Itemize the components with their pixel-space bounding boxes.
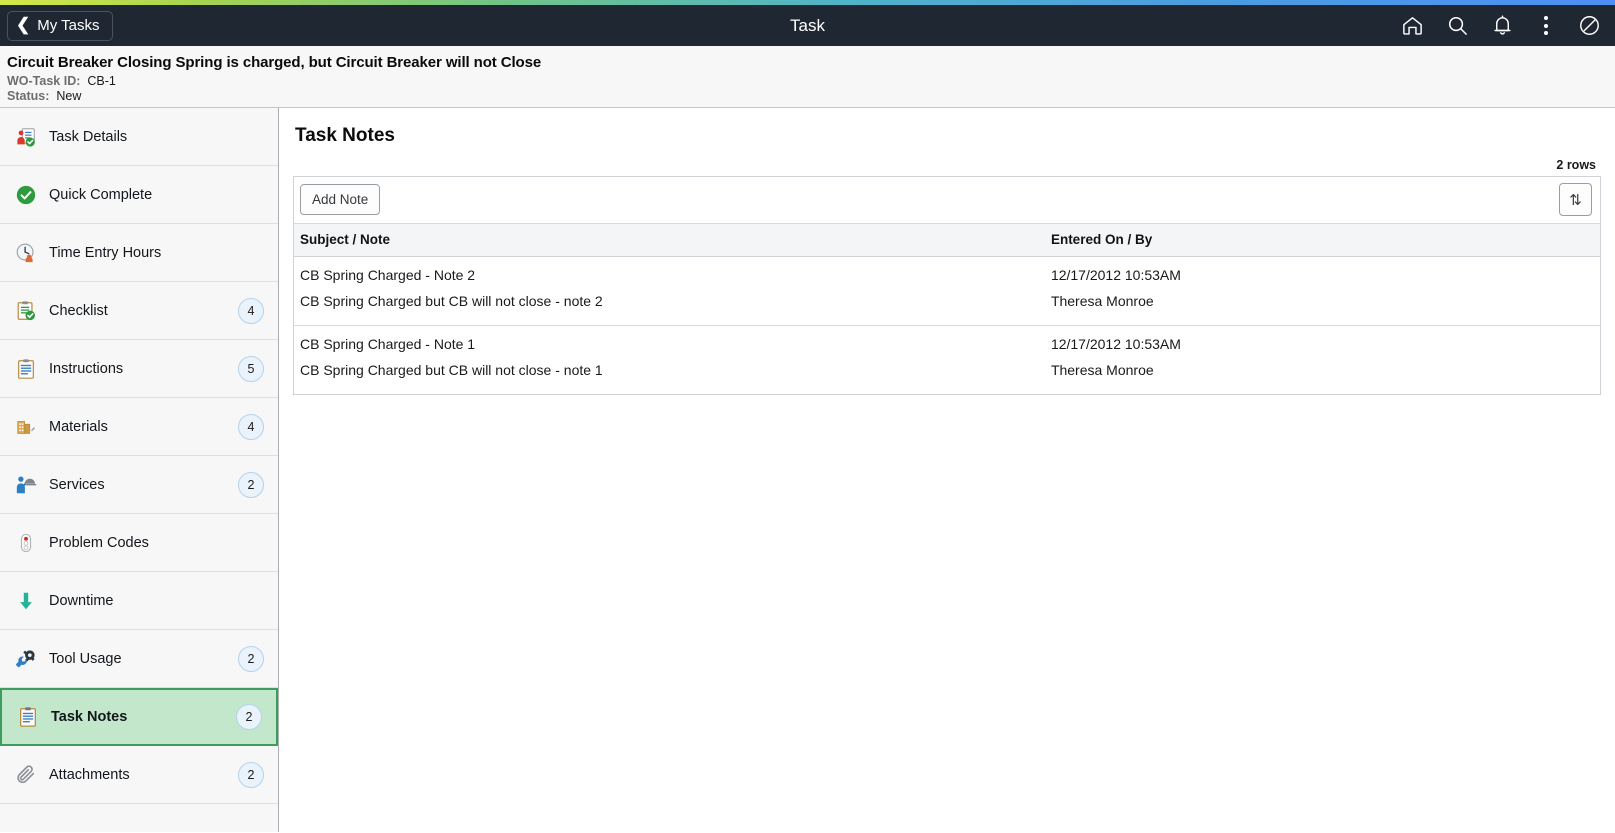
task-summary-header: Circuit Breaker Closing Spring is charge… bbox=[0, 46, 1615, 108]
panel-heading: Task Notes bbox=[295, 125, 395, 146]
services-icon bbox=[13, 474, 39, 496]
sidebar-item-quick-complete[interactable]: Quick Complete bbox=[0, 166, 278, 224]
sidebar-navigation: Task Details Quick Complete Time Entry H… bbox=[0, 108, 279, 832]
sort-icon[interactable]: ⇅ bbox=[1559, 183, 1592, 216]
sidebar-item-checklist[interactable]: Checklist 4 bbox=[0, 282, 278, 340]
rows-count-label: 2 rows bbox=[1556, 158, 1596, 172]
sidebar-item-label: Quick Complete bbox=[49, 186, 153, 203]
sidebar-item-time-entry-hours[interactable]: Time Entry Hours bbox=[0, 224, 278, 282]
task-details-icon bbox=[13, 126, 39, 148]
sidebar-item-badge: 5 bbox=[238, 355, 264, 382]
sidebar-item-label: Downtime bbox=[49, 592, 114, 609]
down-arrow-icon bbox=[13, 590, 39, 612]
sidebar-item-downtime[interactable]: Downtime bbox=[0, 572, 278, 630]
back-button-label: My Tasks bbox=[37, 17, 100, 34]
task-description: Circuit Breaker Closing Spring is charge… bbox=[7, 54, 542, 71]
content-area: Task Details Quick Complete Time Entry H… bbox=[0, 108, 1615, 832]
status-label: Status: bbox=[7, 89, 50, 103]
sidebar-item-badge: 2 bbox=[238, 645, 264, 672]
clock-person-icon bbox=[13, 242, 39, 264]
sidebar-item-label: Attachments bbox=[49, 766, 130, 783]
table-row[interactable]: CB Spring Charged - Note 1 CB Spring Cha… bbox=[294, 326, 1600, 395]
notes-table-container: Add Note ⇅ Subject / Note Entered On / B… bbox=[293, 176, 1601, 395]
sidebar-item-label: Services bbox=[49, 476, 105, 493]
checklist-icon bbox=[13, 300, 39, 322]
task-notes-panel: Task Notes 2 rows Add Note ⇅ Subject / N… bbox=[279, 108, 1615, 832]
status-badge: New bbox=[56, 89, 82, 103]
status-row: Status: New bbox=[7, 89, 1615, 103]
topbar-icon-group bbox=[1401, 14, 1601, 37]
sidebar-item-instructions[interactable]: Instructions 5 bbox=[0, 340, 278, 398]
note-entered-on: 12/17/2012 10:53AM bbox=[1050, 336, 1181, 352]
sidebar-item-badge: 2 bbox=[236, 704, 262, 730]
traffic-light-icon bbox=[13, 532, 39, 554]
note-subject-cell: CB Spring Charged - Note 2 CB Spring Cha… bbox=[294, 256, 1045, 326]
sidebar-item-task-notes[interactable]: Task Notes 2 bbox=[0, 688, 278, 746]
sidebar-item-materials[interactable]: Materials 4 bbox=[0, 398, 278, 456]
add-note-button[interactable]: Add Note bbox=[300, 184, 381, 215]
sidebar-item-attachments[interactable]: Attachments 2 bbox=[0, 746, 278, 804]
tools-icon bbox=[13, 648, 39, 670]
note-body: CB Spring Charged but CB will not close … bbox=[300, 293, 603, 309]
sidebar-item-label: Time Entry Hours bbox=[49, 244, 162, 261]
sidebar-item-tool-usage[interactable]: Tool Usage 2 bbox=[0, 630, 278, 688]
note-entered-by: Theresa Monroe bbox=[1050, 293, 1154, 309]
note-subject: CB Spring Charged - Note 2 bbox=[300, 267, 476, 283]
note-entered-cell: 12/17/2012 10:53AM Theresa Monroe bbox=[1044, 256, 1600, 326]
note-subject-cell: CB Spring Charged - Note 1 CB Spring Cha… bbox=[294, 326, 1045, 395]
back-to-my-tasks-button[interactable]: ❮ My Tasks bbox=[7, 10, 114, 41]
paperclip-icon bbox=[13, 764, 39, 786]
home-icon[interactable] bbox=[1401, 14, 1424, 37]
navigator-compass-icon[interactable] bbox=[1578, 14, 1601, 37]
instructions-icon bbox=[13, 358, 39, 380]
column-header-subject[interactable]: Subject / Note bbox=[294, 224, 1045, 257]
sidebar-item-badge: 4 bbox=[238, 297, 264, 324]
top-navigation-bar: ❮ My Tasks Task bbox=[0, 5, 1615, 46]
wo-task-id-value: CB-1 bbox=[87, 74, 116, 88]
column-header-entered-on-by[interactable]: Entered On / By bbox=[1044, 224, 1600, 257]
sidebar-item-badge: 2 bbox=[238, 471, 264, 498]
sidebar-item-label: Problem Codes bbox=[49, 534, 149, 551]
notifications-bell-icon[interactable] bbox=[1491, 14, 1514, 37]
notes-toolbar: Add Note ⇅ bbox=[294, 177, 1600, 224]
notes-clipboard-icon bbox=[15, 706, 41, 728]
actions-menu-icon[interactable] bbox=[1536, 14, 1556, 37]
note-entered-cell: 12/17/2012 10:53AM Theresa Monroe bbox=[1045, 326, 1600, 395]
materials-icon bbox=[13, 416, 39, 438]
check-circle-icon bbox=[13, 184, 39, 206]
sidebar-item-label: Task Notes bbox=[51, 709, 128, 725]
sidebar-item-badge: 2 bbox=[238, 761, 264, 788]
notes-table: Subject / Note Entered On / By CB Spring… bbox=[294, 224, 1600, 394]
page-title: Task bbox=[790, 15, 825, 35]
sidebar-item-label: Tool Usage bbox=[49, 650, 122, 667]
note-entered-by: Theresa Monroe bbox=[1050, 362, 1154, 378]
chevron-left-icon: ❮ bbox=[16, 15, 31, 34]
note-entered-on: 12/17/2012 10:53AM bbox=[1050, 267, 1181, 283]
sidebar-item-services[interactable]: Services 2 bbox=[0, 456, 278, 514]
sidebar-item-task-details[interactable]: Task Details bbox=[0, 108, 278, 166]
sidebar-item-label: Task Details bbox=[49, 128, 128, 145]
table-row[interactable]: CB Spring Charged - Note 2 CB Spring Cha… bbox=[294, 256, 1600, 326]
sidebar-item-problem-codes[interactable]: Problem Codes bbox=[0, 514, 278, 572]
wo-task-id-row: WO-Task ID: CB-1 bbox=[7, 74, 1615, 88]
sidebar-item-label: Checklist bbox=[49, 302, 108, 319]
sidebar-item-label: Instructions bbox=[49, 360, 124, 377]
notes-table-header: Subject / Note Entered On / By bbox=[294, 224, 1600, 257]
note-subject: CB Spring Charged - Note 1 bbox=[300, 336, 476, 352]
sidebar-item-label: Materials bbox=[49, 418, 108, 435]
search-icon[interactable] bbox=[1446, 14, 1469, 37]
sidebar-item-badge: 4 bbox=[238, 413, 264, 440]
notes-table-body: CB Spring Charged - Note 2 CB Spring Cha… bbox=[294, 256, 1600, 395]
wo-task-id-label: WO-Task ID: bbox=[7, 74, 81, 88]
note-body: CB Spring Charged but CB will not close … bbox=[300, 362, 603, 378]
